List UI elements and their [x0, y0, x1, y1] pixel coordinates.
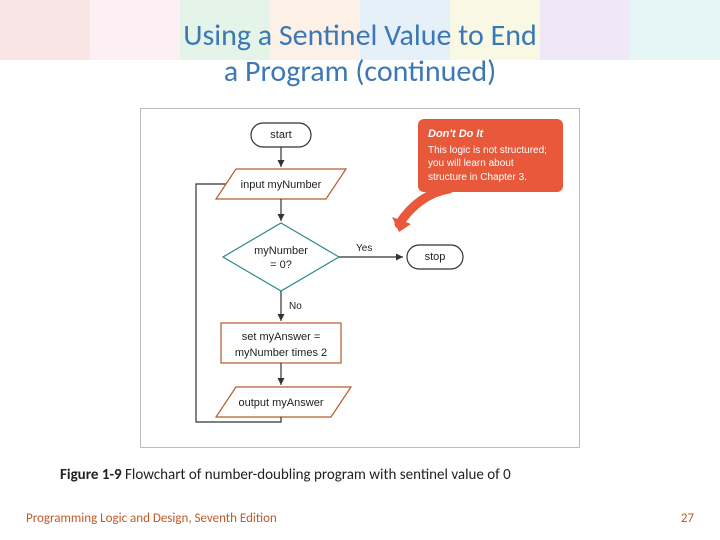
yes-label: Yes [356, 243, 372, 254]
decision-line1: myNumber [254, 245, 308, 257]
figure-number: Figure 1-9 [60, 466, 122, 484]
process-line1: set myAnswer = [242, 331, 321, 343]
start-node: start [270, 129, 291, 141]
input-node: input myNumber [241, 179, 322, 191]
footer-book-title: Programming Logic and Design, Seventh Ed… [26, 511, 277, 526]
flowchart-figure: start input myNumber myNumber = 0? Yes s… [140, 108, 580, 448]
stop-node: stop [425, 251, 446, 263]
warning-callout: Don't Do It This logic is not structured… [418, 119, 563, 192]
slide-title: Using a Sentinel Value to End a Program … [0, 0, 720, 100]
figure-caption: Figure 1-9 Flowchart of number-doubling … [60, 466, 720, 484]
output-node: output myAnswer [239, 397, 324, 409]
callout-head: Don't Do It [428, 127, 553, 142]
footer-page-number: 27 [681, 511, 694, 526]
title-line-1: Using a Sentinel Value to End [183, 17, 537, 54]
callout-body: This logic is not structured; you will l… [428, 144, 553, 185]
process-line2: myNumber times 2 [235, 347, 327, 359]
slide-footer: Programming Logic and Design, Seventh Ed… [26, 511, 694, 526]
title-line-2: a Program (continued) [224, 53, 496, 90]
no-label: No [289, 301, 302, 312]
figure-caption-text: Flowchart of number-doubling program wit… [122, 466, 511, 484]
decision-line2: = 0? [270, 259, 292, 271]
